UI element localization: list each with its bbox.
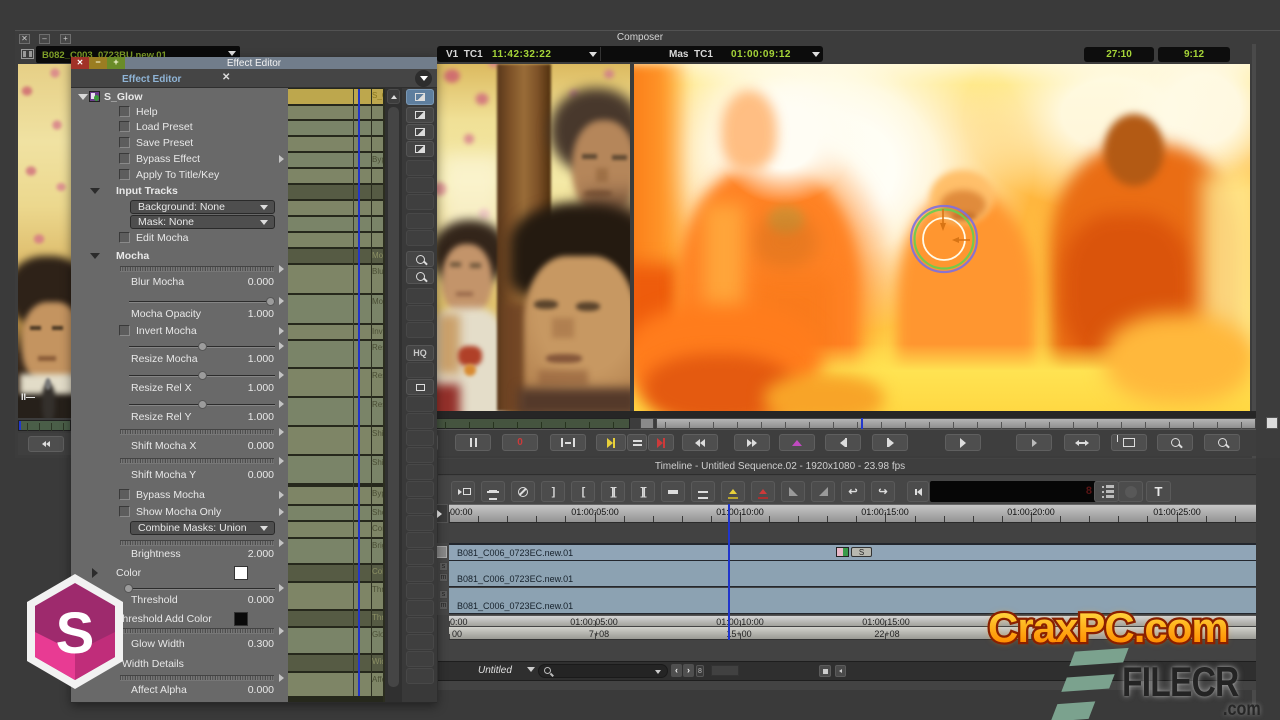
- svg-text:S: S: [56, 601, 95, 666]
